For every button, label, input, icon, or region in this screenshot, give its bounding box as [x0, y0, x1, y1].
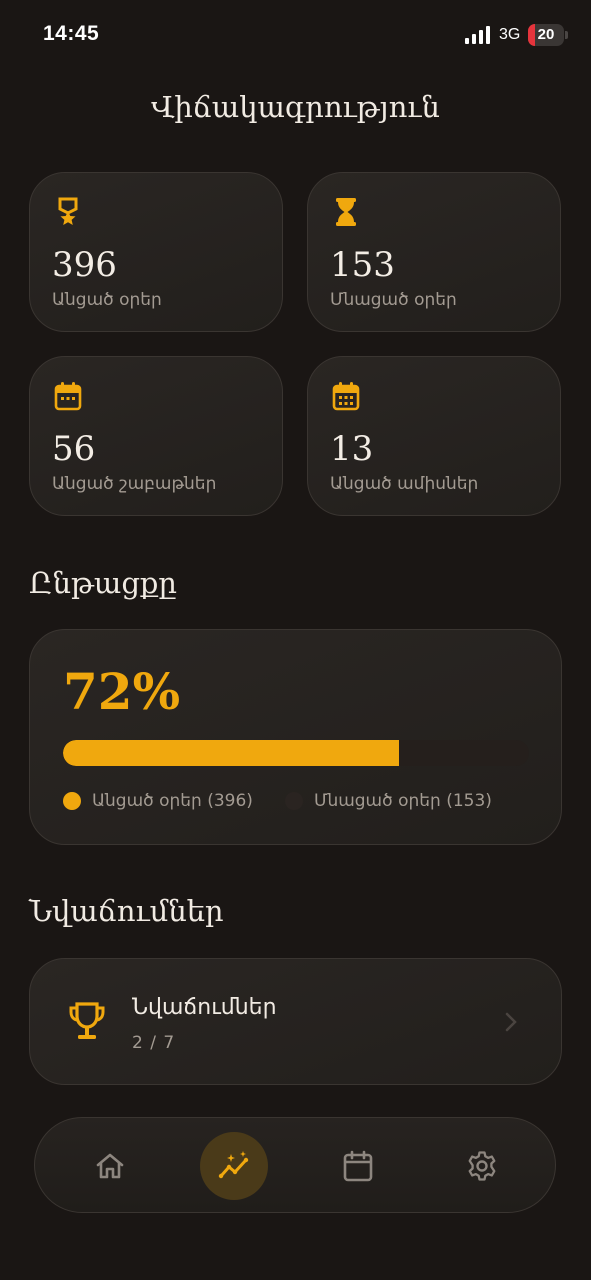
legend-label-remaining: Մնացած օրեր (153) — [314, 791, 492, 811]
settings-icon — [468, 1151, 496, 1181]
progress-percent: 72% — [63, 662, 181, 721]
hourglass-icon — [336, 198, 356, 226]
stat-label: Մնացած օրեր — [330, 290, 457, 310]
nav-home-button[interactable] — [76, 1132, 144, 1200]
achievements-title: Նվաճումներ — [132, 995, 277, 1020]
stat-label: Անցած ամիսներ — [330, 474, 479, 494]
chevron-right-icon — [505, 1012, 517, 1032]
achievements-card[interactable]: Նվաճումներ 2 / 7 — [29, 958, 562, 1085]
achievements-section-title: Նվաճումներ — [29, 894, 224, 928]
progress-bar — [63, 740, 529, 766]
battery-level: 20 — [537, 26, 555, 43]
battery-icon: 20 — [528, 24, 564, 46]
nav-calendar-button[interactable] — [324, 1132, 392, 1200]
progress-bar-fill — [63, 740, 399, 766]
calendar-month-icon — [332, 382, 360, 411]
stat-card-days-left: 153 Մնացած օրեր — [307, 172, 561, 332]
battery-cap — [565, 31, 568, 39]
bottom-nav — [34, 1117, 556, 1213]
stat-value: 56 — [52, 429, 96, 469]
stat-card-weeks-passed: 56 Անցած շաբաթներ — [29, 356, 283, 516]
stat-value: 13 — [330, 429, 374, 469]
network-type: 3G — [499, 26, 521, 43]
legend-dot-remaining — [285, 792, 303, 810]
status-time: 14:45 — [43, 22, 100, 45]
nav-stats-button[interactable] — [200, 1132, 268, 1200]
page-title: Վիճակագրություն — [151, 90, 440, 124]
progress-card: 72% Անցած օրեր (396) Մնացած օրեր (153) — [29, 629, 562, 845]
stat-value: 153 — [330, 245, 395, 285]
stat-label: Անցած շաբաթներ — [52, 474, 217, 494]
medal-icon — [58, 197, 78, 225]
nav-settings-button[interactable] — [448, 1132, 516, 1200]
calendar-week-icon — [54, 382, 82, 411]
stat-card-months-passed: 13 Անցած ամիսներ — [307, 356, 561, 516]
stat-value: 396 — [52, 245, 117, 285]
signal-icon — [465, 26, 490, 44]
progress-section-title: Ընթացքը — [29, 566, 177, 600]
achievements-count: 2 / 7 — [132, 1033, 176, 1053]
stat-card-days-passed: 396 Անցած օրեր — [29, 172, 283, 332]
legend-label-passed: Անցած օրեր (396) — [92, 791, 253, 811]
stat-label: Անցած օրեր — [52, 290, 162, 310]
home-icon — [96, 1153, 124, 1179]
calendar-icon — [343, 1150, 373, 1182]
legend-dot-passed — [63, 792, 81, 810]
trophy-icon — [69, 1002, 105, 1039]
status-bar: 14:45 3G 20 — [0, 0, 591, 70]
stats-icon — [218, 1151, 249, 1179]
